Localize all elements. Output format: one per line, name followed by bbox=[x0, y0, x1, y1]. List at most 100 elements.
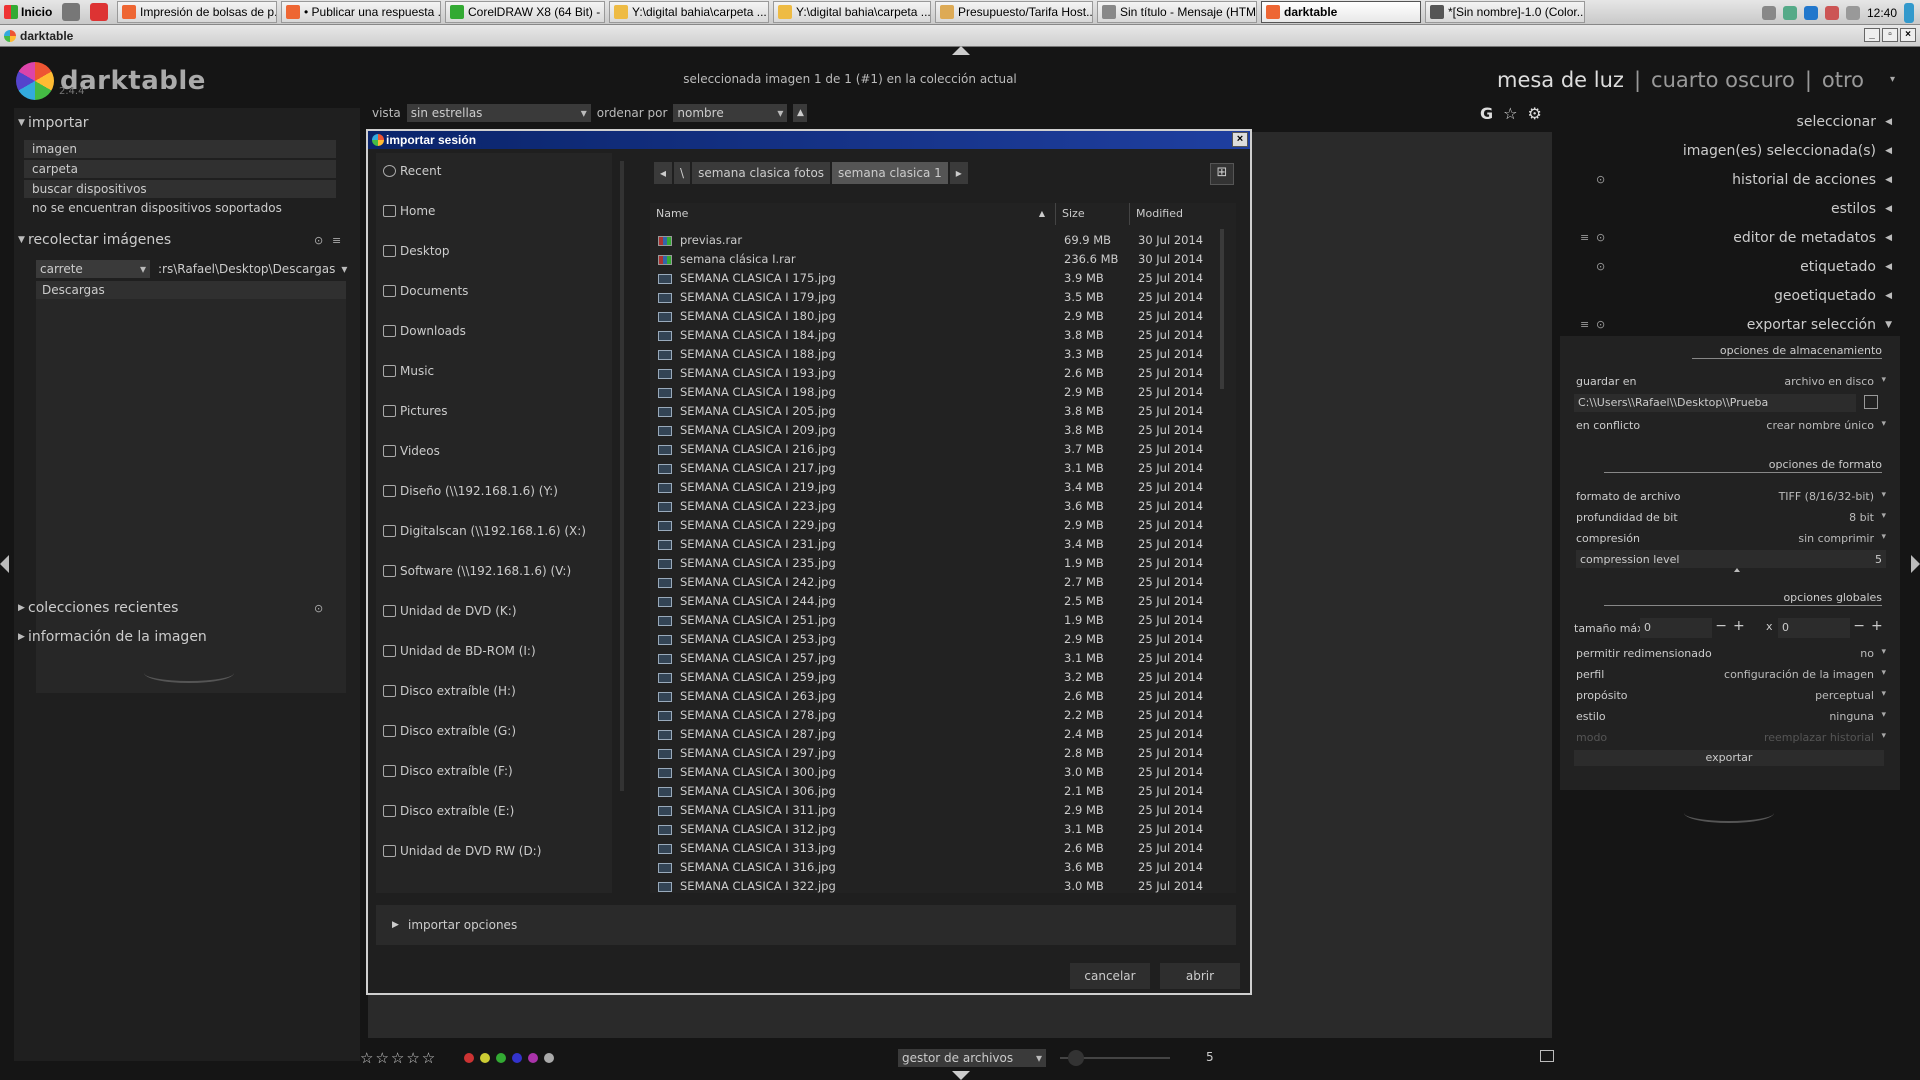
tray-network-icon[interactable] bbox=[1782, 5, 1797, 20]
file-row[interactable]: SEMANA CLASICA I 231.jpg 3.4 MB 25 Jul 201… bbox=[650, 535, 1236, 554]
tray-clock[interactable]: 12:40 bbox=[1867, 6, 1897, 20]
profile-row[interactable]: perfil configuración de la imagen bbox=[1576, 665, 1886, 683]
file-row[interactable]: SEMANA CLASICA I 205.jpg 3.8 MB 25 Jul 201… bbox=[650, 402, 1236, 421]
pane-divider[interactable] bbox=[620, 161, 624, 791]
compression-row[interactable]: compresión sin comprimir bbox=[1576, 529, 1886, 547]
geotagging-header[interactable]: geoetiquetado ◀ bbox=[1560, 284, 1900, 308]
file-row[interactable]: SEMANA CLASICA I 251.jpg 1.9 MB 25 Jul 201… bbox=[650, 611, 1236, 630]
place-item[interactable]: Disco extraíble (E:) bbox=[382, 801, 607, 821]
zoom-value[interactable]: 5 bbox=[1206, 1050, 1214, 1064]
grouping-icon[interactable]: G bbox=[1480, 104, 1493, 123]
close-icon[interactable]: × bbox=[1232, 132, 1248, 147]
place-item[interactable]: Unidad de DVD (K:) bbox=[382, 601, 607, 621]
on-conflict-row[interactable]: en conflicto crear nombre único bbox=[1576, 416, 1886, 434]
name-column-header[interactable]: Name ▲ bbox=[650, 203, 1056, 225]
recent-collections-header[interactable]: ▶ colecciones recientes ⊙ bbox=[14, 598, 360, 618]
top-panel-toggle-icon[interactable] bbox=[952, 46, 970, 55]
place-item[interactable]: Diseño (\\192.168.1.6) (Y:) bbox=[382, 481, 607, 501]
place-item[interactable]: Music bbox=[382, 361, 607, 381]
scan-devices-button[interactable]: buscar dispositivos bbox=[24, 180, 336, 198]
taskbar-button[interactable]: *[Sin nombre]-1.0 (Color... bbox=[1425, 1, 1585, 23]
place-item[interactable]: Recent bbox=[382, 161, 607, 181]
color-label-dot[interactable] bbox=[496, 1053, 507, 1063]
compression-level-slider[interactable]: compression level 5 bbox=[1576, 550, 1886, 568]
taskbar-button[interactable]: Y:\digital bahia\carpeta ... bbox=[609, 1, 769, 23]
file-row[interactable]: SEMANA CLASICA I 216.jpg 3.7 MB 25 Jul 201… bbox=[650, 440, 1236, 459]
collect-mode-select[interactable]: carrete bbox=[36, 260, 150, 278]
upscale-row[interactable]: permitir redimensionado no bbox=[1576, 644, 1886, 662]
file-row[interactable]: SEMANA CLASICA I 235.jpg 1.9 MB 25 Jul 201… bbox=[650, 554, 1236, 573]
color-label-dot[interactable] bbox=[544, 1053, 555, 1063]
taskbar-button[interactable]: Impresión de bolsas de p... bbox=[117, 1, 277, 23]
reset-icon[interactable]: ⊙ bbox=[314, 602, 323, 615]
import-image-button[interactable]: imagen bbox=[24, 140, 336, 158]
select-module-header[interactable]: seleccionar ◀ bbox=[1560, 110, 1900, 134]
width-increment-button[interactable]: + bbox=[1733, 618, 1745, 634]
width-decrement-button[interactable]: − bbox=[1715, 618, 1727, 634]
file-row[interactable]: SEMANA CLASICA I 257.jpg 3.1 MB 25 Jul 201… bbox=[650, 649, 1236, 668]
place-item[interactable]: Disco extraíble (G:) bbox=[382, 721, 607, 741]
tagging-header[interactable]: ⊙ etiquetado ◀ bbox=[1560, 255, 1900, 279]
selected-images-header[interactable]: imagen(es) seleccionada(s) ◀ bbox=[1560, 139, 1900, 163]
open-button[interactable]: abrir bbox=[1160, 963, 1240, 989]
layout-select[interactable]: gestor de archivos bbox=[898, 1049, 1046, 1067]
presets-icon[interactable]: ≡ bbox=[1580, 226, 1589, 250]
export-button[interactable]: exportar bbox=[1574, 750, 1884, 766]
bottom-panel-toggle-icon[interactable] bbox=[952, 1071, 970, 1080]
color-label-dot[interactable] bbox=[480, 1053, 491, 1063]
place-item[interactable]: Disco extraíble (F:) bbox=[382, 761, 607, 781]
file-row[interactable]: SEMANA CLASICA I 223.jpg 3.6 MB 25 Jul 201… bbox=[650, 497, 1236, 516]
place-item[interactable]: Desktop bbox=[382, 241, 607, 261]
file-row[interactable]: semana clásica I.rar 236.6 MB 30 Jul 2014 bbox=[650, 250, 1236, 269]
export-path-input[interactable]: C:\\Users\\Rafael\\Desktop\\Prueba bbox=[1574, 394, 1856, 412]
height-decrement-button[interactable]: − bbox=[1853, 618, 1865, 634]
max-height-input[interactable]: 0 bbox=[1778, 618, 1850, 638]
close-window-button[interactable]: × bbox=[1900, 28, 1916, 42]
collect-section-header[interactable]: ▼ recolectar imágenes ⊙ ≡ bbox=[14, 230, 360, 250]
new-folder-icon[interactable]: ⊞ bbox=[1210, 163, 1234, 185]
file-row[interactable]: SEMANA CLASICA I 263.jpg 2.6 MB 25 Jul 201… bbox=[650, 687, 1236, 706]
right-panel-toggle-icon[interactable] bbox=[1911, 555, 1920, 573]
star-rating-filter[interactable]: ☆☆☆☆☆ bbox=[360, 1049, 437, 1067]
file-row[interactable]: SEMANA CLASICA I 219.jpg 3.4 MB 25 Jul 201… bbox=[650, 478, 1236, 497]
file-row[interactable]: SEMANA CLASICA I 229.jpg 2.9 MB 25 Jul 201… bbox=[650, 516, 1236, 535]
zoom-slider-handle[interactable] bbox=[1068, 1050, 1084, 1066]
save-in-row[interactable]: guardar en archivo en disco bbox=[1576, 372, 1886, 390]
view-menu-chevron-icon[interactable]: ▾ bbox=[1890, 74, 1895, 85]
export-selection-header[interactable]: ≡ ⊙ exportar selección ▼ bbox=[1560, 313, 1900, 337]
overlay-star-icon[interactable]: ☆ bbox=[1503, 104, 1517, 123]
taskbar-button[interactable]: Presupuesto/Tarifa Host... bbox=[935, 1, 1093, 23]
place-item[interactable]: Documents bbox=[382, 281, 607, 301]
maximize-button[interactable]: ▫ bbox=[1882, 28, 1898, 42]
collect-path-select[interactable]: :rs\Rafael\Desktop\Descargas bbox=[154, 260, 344, 278]
tray-security-icon[interactable] bbox=[1824, 5, 1839, 20]
file-row[interactable]: SEMANA CLASICA I 278.jpg 2.2 MB 25 Jul 201… bbox=[650, 706, 1236, 725]
import-section-header[interactable]: ▼ importar bbox=[14, 113, 360, 133]
file-row[interactable]: SEMANA CLASICA I 287.jpg 2.4 MB 25 Jul 201… bbox=[650, 725, 1236, 744]
minimize-button[interactable]: _ bbox=[1864, 28, 1880, 42]
place-item[interactable]: Disco extraíble (H:) bbox=[382, 681, 607, 701]
view-other[interactable]: otro bbox=[1822, 68, 1864, 92]
tray-volume-icon[interactable] bbox=[1845, 5, 1860, 20]
tray-outlook-icon[interactable] bbox=[1803, 5, 1818, 20]
display-icon[interactable] bbox=[1540, 1050, 1554, 1062]
file-row[interactable]: SEMANA CLASICA I 322.jpg 3.0 MB 25 Jul 201… bbox=[650, 877, 1236, 893]
color-label-dot[interactable] bbox=[528, 1053, 539, 1063]
crumb-current-folder[interactable]: semana clasica 1 bbox=[832, 162, 948, 184]
place-item[interactable]: Downloads bbox=[382, 321, 607, 341]
reset-icon[interactable]: ⊙ bbox=[1596, 313, 1605, 337]
crumb-folder[interactable]: semana clasica fotos bbox=[692, 162, 831, 184]
file-row[interactable]: SEMANA CLASICA I 179.jpg 3.5 MB 25 Jul 201… bbox=[650, 288, 1236, 307]
file-row[interactable]: SEMANA CLASICA I 244.jpg 2.5 MB 25 Jul 201… bbox=[650, 592, 1236, 611]
tray-arrow-icon[interactable] bbox=[1761, 5, 1776, 20]
place-item[interactable]: Unidad de DVD RW (D:) bbox=[382, 841, 607, 861]
sort-select[interactable]: nombre bbox=[673, 104, 788, 122]
place-item[interactable]: Home bbox=[382, 201, 607, 221]
file-row[interactable]: SEMANA CLASICA I 306.jpg 2.1 MB 25 Jul 201… bbox=[650, 782, 1236, 801]
taskbar-button[interactable]: darktable bbox=[1261, 1, 1421, 23]
place-item[interactable]: Digitalscan (\\192.168.1.6) (X:) bbox=[382, 521, 607, 541]
modified-column-header[interactable]: Modified bbox=[1130, 203, 1212, 225]
presets-icon[interactable]: ≡ bbox=[332, 234, 341, 247]
file-row[interactable]: SEMANA CLASICA I 184.jpg 3.8 MB 25 Jul 201… bbox=[650, 326, 1236, 345]
file-row[interactable]: SEMANA CLASICA I 259.jpg 3.2 MB 25 Jul 201… bbox=[650, 668, 1236, 687]
